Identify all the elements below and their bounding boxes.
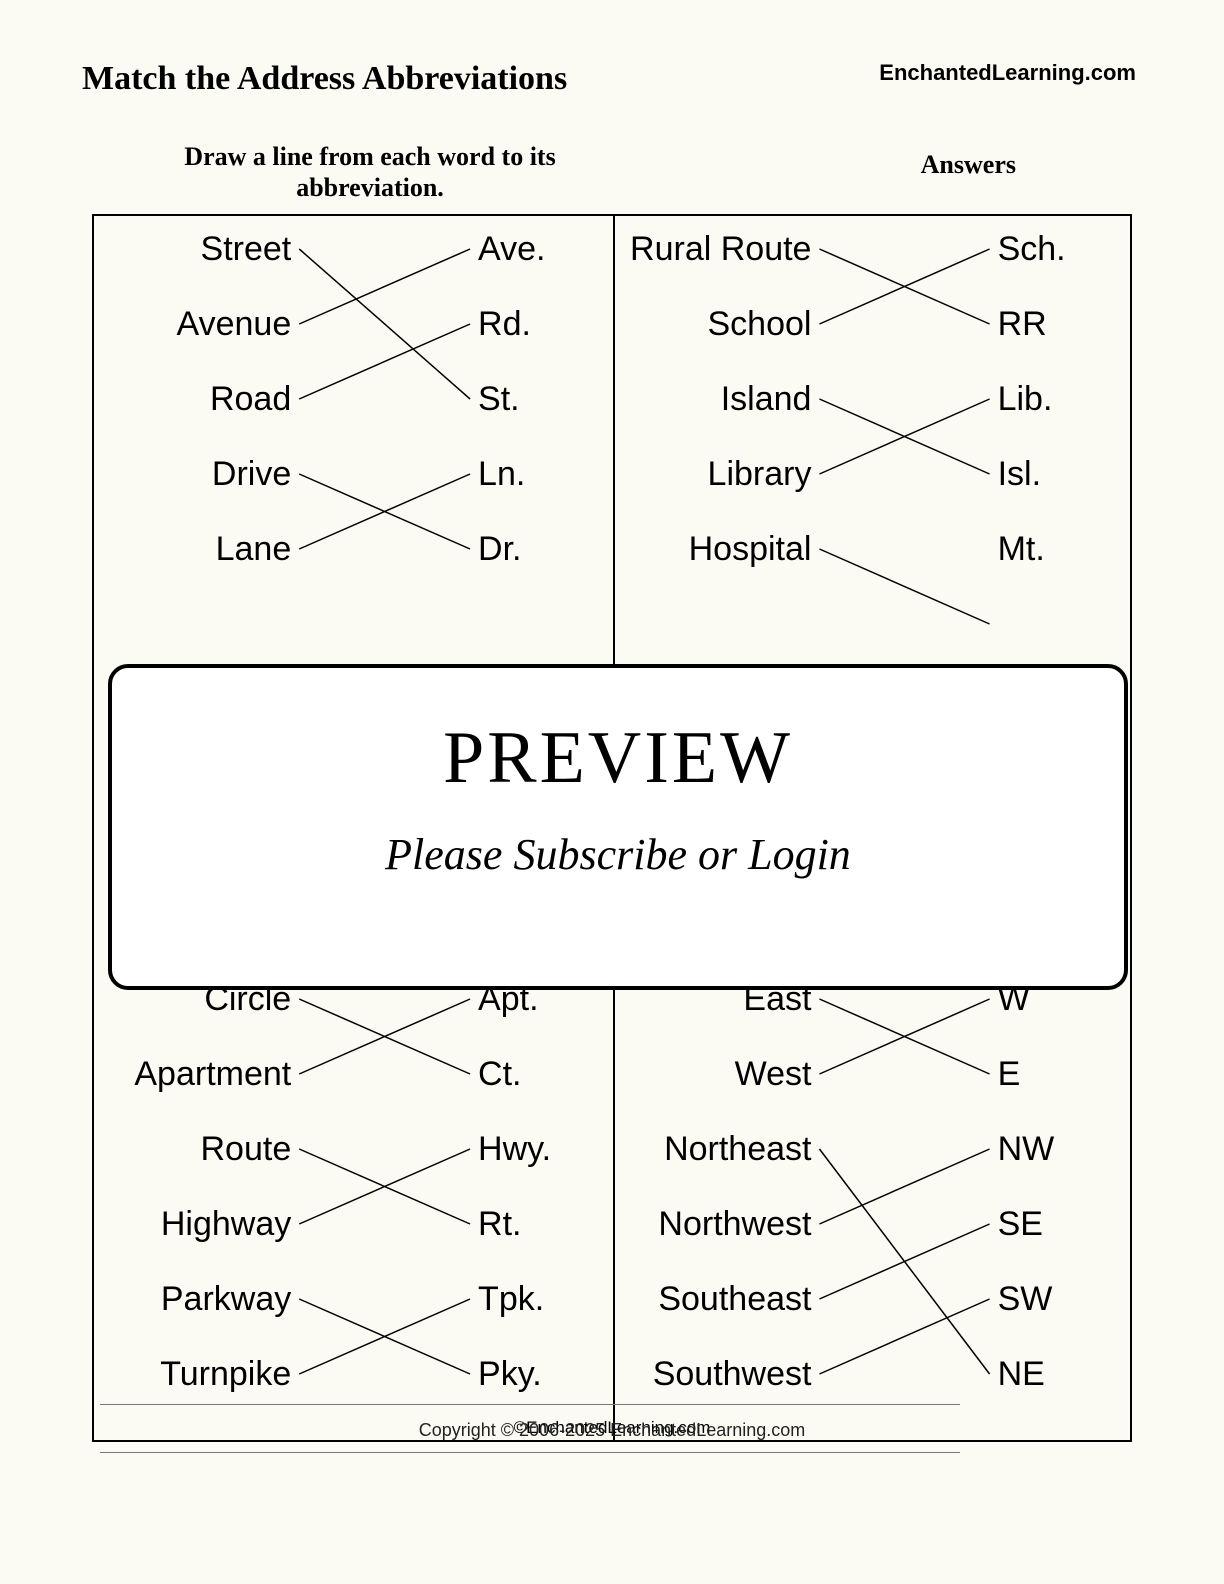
word-item: Street xyxy=(201,232,292,266)
top-bar: EnchantedLearning.com Match the Address … xyxy=(82,60,1142,128)
word-item: Island xyxy=(721,382,812,416)
abbrev-item: Lib. xyxy=(998,382,1053,416)
abbrev-item: Ct. xyxy=(478,1057,521,1091)
worksheet-page: EnchantedLearning.com Match the Address … xyxy=(82,60,1142,1474)
word-item: Apartment xyxy=(134,1057,291,1091)
preview-overlay[interactable]: PREVIEW Please Subscribe or Login xyxy=(108,664,1128,990)
abbrev-item: Pky. xyxy=(478,1357,542,1391)
word-item: Turnpike xyxy=(160,1357,291,1391)
word-item: Road xyxy=(210,382,291,416)
word-item: Southwest xyxy=(653,1357,812,1391)
abbrev-item: SE xyxy=(998,1207,1043,1241)
site-brand: EnchantedLearning.com xyxy=(879,60,1136,86)
word-item: Southeast xyxy=(658,1282,811,1316)
overlay-title: PREVIEW xyxy=(112,716,1124,801)
word-item: Route xyxy=(201,1132,292,1166)
abbrev-item: Dr. xyxy=(478,532,521,566)
overlay-subtitle: Please Subscribe or Login xyxy=(112,829,1124,880)
matching-grid: Street Ave. Avenue Rd. Road St. Drive Ln. Lane Dr… xyxy=(82,214,1142,1474)
abbrev-item: St. xyxy=(478,382,520,416)
page-footer: Copyright © 2006-2025 EnchantedLearning.… xyxy=(0,1420,1224,1441)
word-item: Northeast xyxy=(664,1132,811,1166)
word-item: Hospital xyxy=(689,532,812,566)
word-item: Drive xyxy=(212,457,291,491)
abbrev-item: Mt. xyxy=(998,532,1045,566)
abbrev-item: RR xyxy=(998,307,1047,341)
abbrev-item: Isl. xyxy=(998,457,1041,491)
instruction-text: Draw a line from each word to its abbrev… xyxy=(140,142,600,203)
abbrev-item: Ave. xyxy=(478,232,545,266)
abbrev-item: Tpk. xyxy=(478,1282,544,1316)
sub-header-row: Draw a line from each word to its abbrev… xyxy=(82,142,1142,214)
word-item: Rural Route xyxy=(630,232,811,266)
answers-label: Answers xyxy=(921,150,1016,180)
abbrev-item: Hwy. xyxy=(478,1132,551,1166)
abbrev-item: Ln. xyxy=(478,457,525,491)
word-item: Avenue xyxy=(177,307,292,341)
word-item: School xyxy=(708,307,812,341)
abbrev-item: E xyxy=(998,1057,1021,1091)
word-item: Parkway xyxy=(161,1282,291,1316)
abbrev-item: Rd. xyxy=(478,307,531,341)
word-item: Library xyxy=(708,457,812,491)
abbrev-item: Rt. xyxy=(478,1207,521,1241)
word-item: Highway xyxy=(161,1207,291,1241)
abbrev-item: Sch. xyxy=(998,232,1066,266)
word-item: West xyxy=(735,1057,812,1091)
footer-rule-top xyxy=(100,1404,960,1405)
abbrev-item: NE xyxy=(998,1357,1045,1391)
footer-rule-bottom xyxy=(100,1452,960,1453)
word-item: Northwest xyxy=(658,1207,811,1241)
abbrev-item: SW xyxy=(998,1282,1053,1316)
word-item: Lane xyxy=(216,532,292,566)
abbrev-item: NW xyxy=(998,1132,1055,1166)
